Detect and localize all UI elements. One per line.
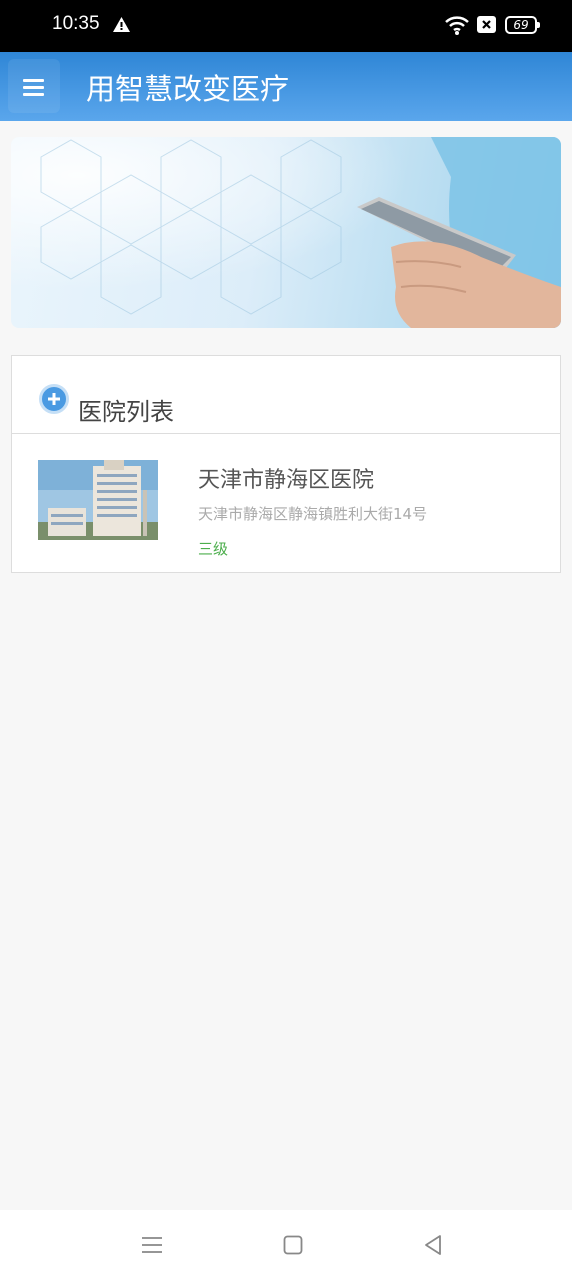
back-icon[interactable] [423,1234,443,1260]
home-icon[interactable] [283,1234,303,1260]
status-time: 10:35 [52,13,100,34]
status-bar: 10:35 69 [0,0,572,52]
battery-icon: 69 [505,16,540,34]
hospital-name: 天津市静海区医院 [198,468,375,493]
system-nav-bar [0,1210,572,1280]
hospital-list-header: 医院列表 [12,356,560,434]
banner-image [11,137,561,328]
hospital-address: 天津市静海区静海镇胜利大街14号 [198,505,428,523]
hospital-thumbnail [38,460,158,540]
app-bar: 用智慧改变医疗 [0,52,572,121]
plus-circle-icon[interactable] [39,384,69,414]
list-item[interactable]: 天津市静海区医院 天津市静海区静海镇胜利大街14号 三级 [12,435,560,572]
hospital-list-card: 医院列表 天津市静海区医院 天津市静海区静海镇胜利大街14号 三级 [11,355,561,573]
no-sim-icon [477,16,496,37]
wifi-icon [444,14,470,40]
menu-icon [23,79,44,82]
warning-icon [112,16,131,37]
menu-button[interactable] [8,59,60,113]
hospital-level-badge: 三级 [198,540,229,558]
list-title: 医院列表 [78,398,174,426]
app-title: 用智慧改变医疗 [86,72,290,106]
recent-apps-icon[interactable] [141,1234,163,1260]
